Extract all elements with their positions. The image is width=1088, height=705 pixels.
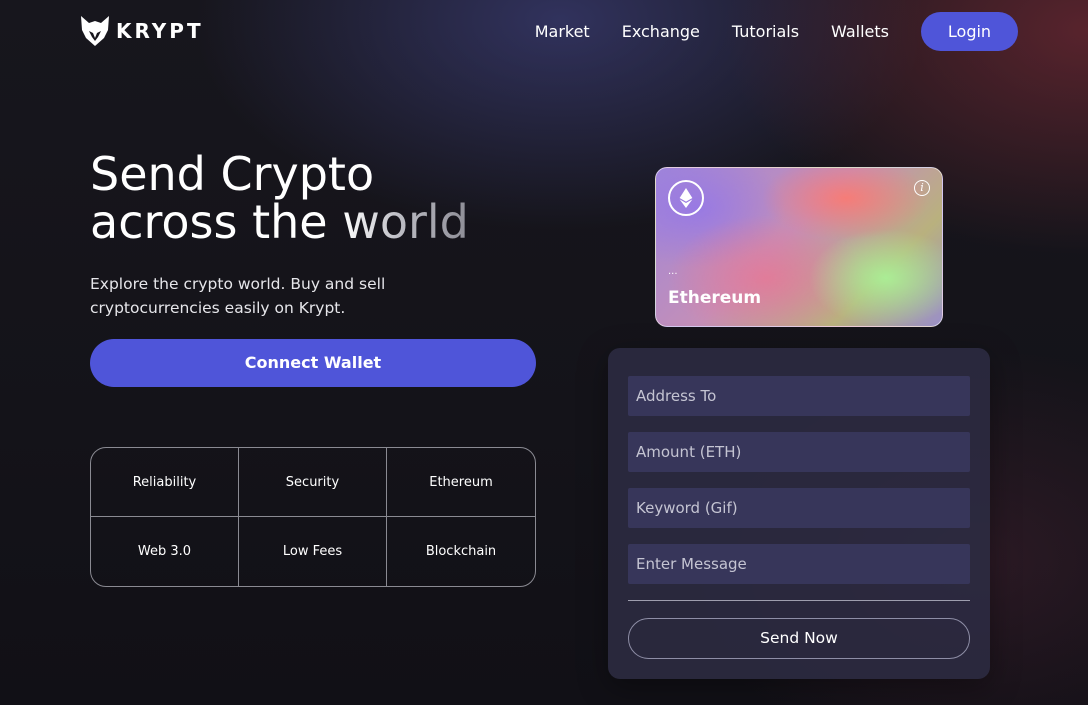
ethereum-icon [668, 180, 704, 216]
keyword-field[interactable] [628, 488, 970, 528]
feature-blockchain: Blockchain [425, 544, 497, 559]
info-icon[interactable]: i [914, 180, 930, 196]
feature-security: Security [239, 448, 387, 517]
hero-title-line-2-end: world [342, 195, 469, 249]
hero-subtitle: Explore the crypto world. Buy and sell c… [90, 275, 386, 317]
hero-title: Send Crypto across the world [90, 150, 469, 246]
login-button[interactable]: Login [921, 12, 1018, 51]
address-to-field[interactable] [628, 376, 970, 416]
form-divider [628, 600, 970, 601]
feature-ethereum: Ethereum [387, 448, 535, 517]
top-nav: Market Exchange Tutorials Wallets Login [535, 12, 1018, 51]
hero-title-line-1: Send Crypto [90, 147, 375, 201]
amount-field[interactable] [628, 432, 970, 472]
features-grid: Reliability Security Ethereum Web 3.0 Lo… [90, 447, 536, 587]
send-form: Send Now [608, 348, 990, 679]
hero-title-line-2-start: across the [90, 195, 328, 249]
fox-head-icon [81, 16, 109, 46]
feature-low-fees: Low Fees [239, 517, 387, 586]
nav-link-market[interactable]: Market [535, 13, 590, 51]
feature-web3: Web 3.0 [91, 517, 239, 586]
brand-logo[interactable]: KRYPT [78, 14, 204, 48]
brand-name: KRYPT [116, 19, 204, 43]
ethereum-card: i ... Ethereum [655, 167, 943, 327]
message-field[interactable] [628, 544, 970, 584]
nav-link-tutorials[interactable]: Tutorials [732, 13, 799, 51]
feature-reliability: Reliability [91, 448, 239, 517]
nav-link-wallets[interactable]: Wallets [831, 13, 889, 51]
card-network-name: Ethereum [668, 288, 762, 308]
ethereum-glyph [679, 188, 693, 208]
nav-link-exchange[interactable]: Exchange [622, 13, 700, 51]
hero-title-line-2: across the world [90, 198, 469, 246]
send-now-button[interactable]: Send Now [628, 618, 970, 659]
connect-wallet-button[interactable]: Connect Wallet [90, 339, 536, 387]
card-address: ... [668, 266, 678, 277]
